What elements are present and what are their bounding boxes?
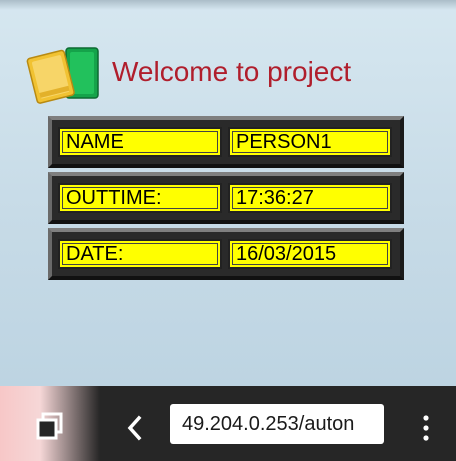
web-page: Welcome to project NAME PERSON1 OUTTIME:…: [0, 0, 456, 386]
top-shadow: [0, 0, 456, 10]
outtime-value: 17:36:27: [228, 183, 392, 213]
outtime-label: OUTTIME:: [58, 183, 222, 213]
tabs-icon[interactable]: [30, 408, 70, 448]
browser-navbar: 49.204.0.253/auton: [0, 386, 456, 461]
date-value: 16/03/2015: [228, 239, 392, 269]
name-label: NAME: [58, 127, 222, 157]
name-value: PERSON1: [228, 127, 392, 157]
url-bar[interactable]: 49.204.0.253/auton: [170, 404, 384, 444]
name-panel: NAME PERSON1: [48, 116, 404, 168]
overflow-menu-icon[interactable]: [416, 408, 436, 448]
book-icon: [26, 47, 99, 104]
date-panel: DATE: 16/03/2015: [48, 228, 404, 280]
date-label: DATE:: [58, 239, 222, 269]
welcome-title: Welcome to project: [112, 56, 352, 87]
back-chevron-icon[interactable]: [120, 408, 150, 448]
outtime-panel: OUTTIME: 17:36:27: [48, 172, 404, 224]
